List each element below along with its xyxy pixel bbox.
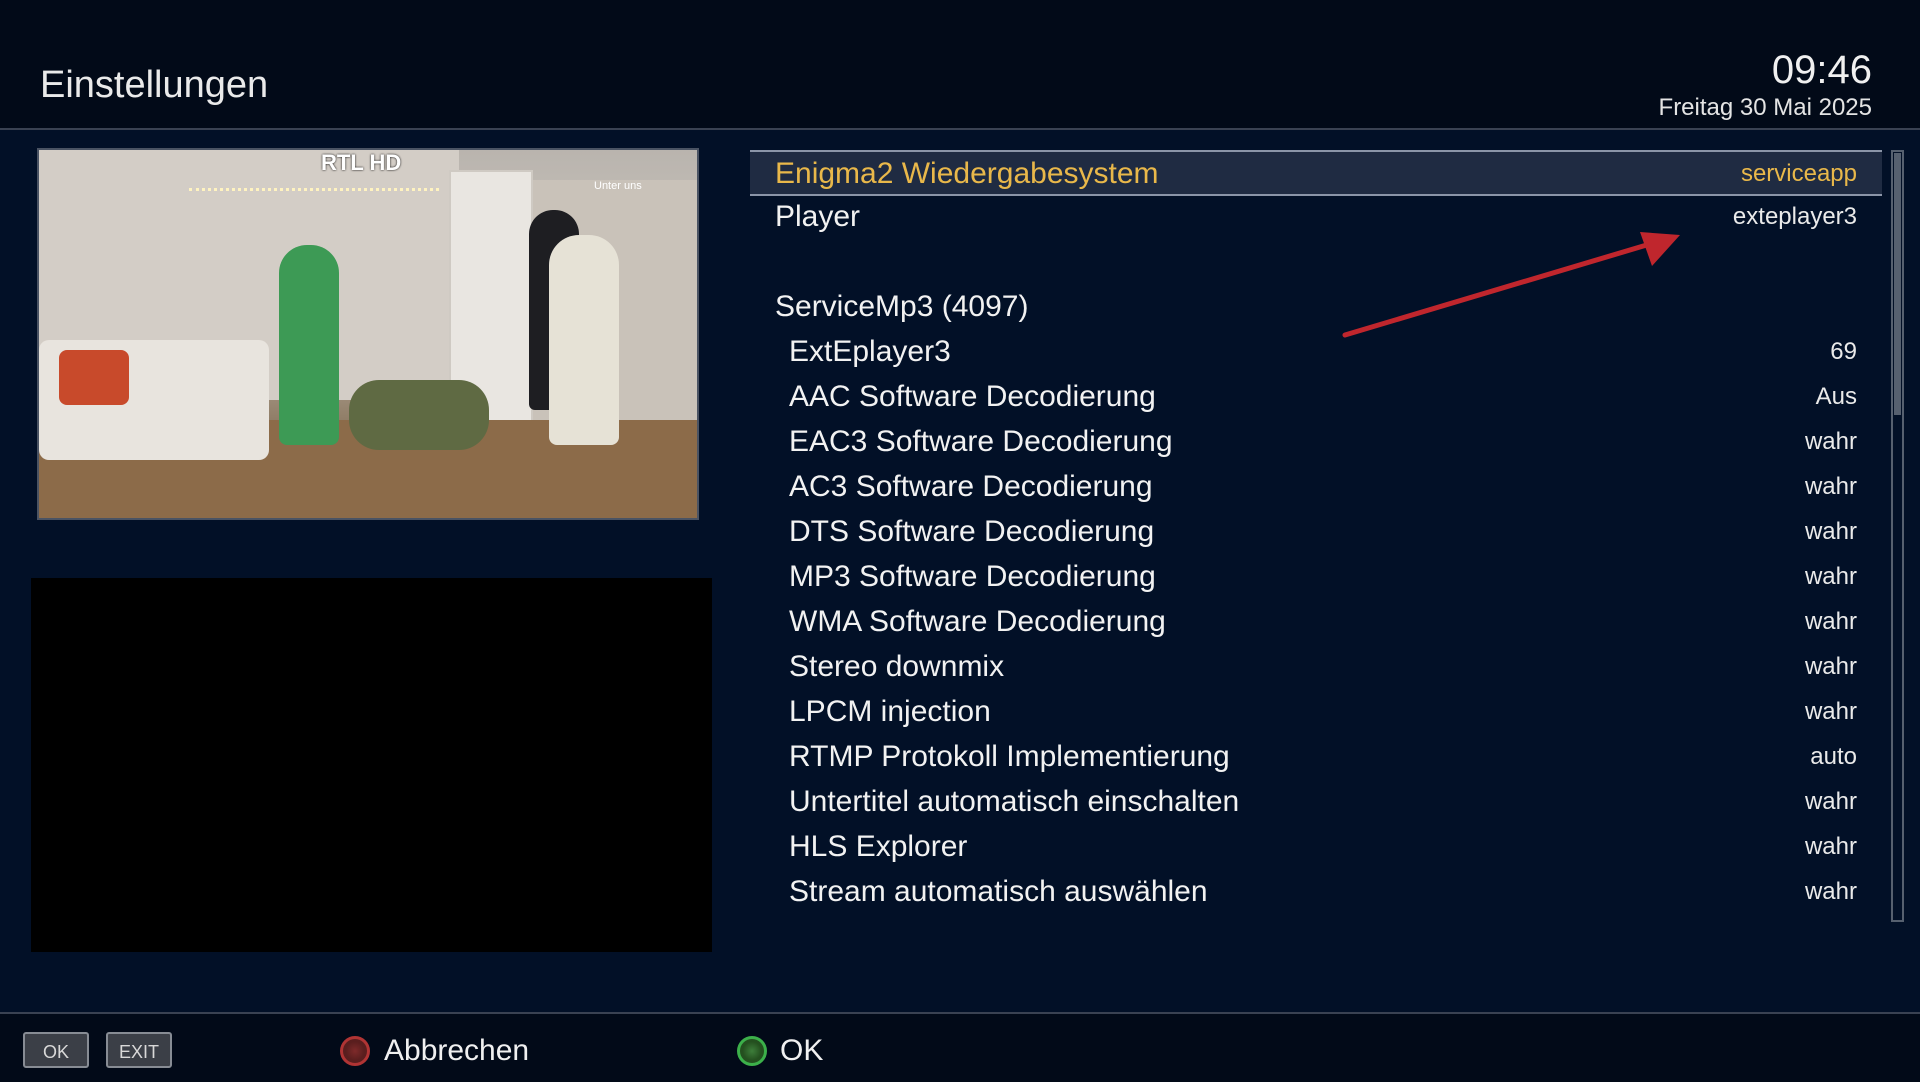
settings-row-label: RTMP Protokoll Implementierung (789, 740, 1230, 773)
settings-row-label: ServiceMp3 (4097) (775, 290, 1029, 323)
scrollbar-thumb[interactable] (1894, 153, 1901, 415)
settings-row-label: Untertitel automatisch einschalten (789, 785, 1240, 818)
settings-row-label: MP3 Software Decodierung (789, 560, 1156, 593)
settings-row[interactable]: Stream automatisch auswählen wahr (750, 870, 1882, 914)
settings-row-value: wahr (1804, 608, 1857, 635)
preview-scene-pillow (59, 350, 129, 405)
page-title: Einstellungen (40, 64, 269, 106)
settings-row-value: wahr (1804, 833, 1857, 860)
settings-row[interactable]: DTS Software Decodierung wahr (750, 510, 1882, 554)
settings-row-value: wahr (1804, 788, 1857, 815)
program-logo: Unter uns (594, 180, 642, 192)
preview-scene-person (279, 245, 339, 445)
ok-key-button[interactable]: OK (23, 1032, 89, 1068)
settings-row-value: wahr (1804, 518, 1857, 545)
green-button-icon[interactable] (737, 1036, 767, 1066)
red-button-icon[interactable] (340, 1036, 370, 1066)
settings-row-label: Player (775, 200, 861, 233)
settings-row-label: Stereo downmix (789, 650, 1005, 683)
exit-key-button[interactable]: EXIT (106, 1032, 172, 1068)
settings-row-value: exteplayer3 (1732, 203, 1857, 230)
settings-row[interactable]: EAC3 Software Decodierung wahr (750, 420, 1882, 464)
preview-scene-person (549, 235, 619, 445)
settings-row[interactable]: HLS Explorer wahr (750, 825, 1882, 869)
settings-row[interactable]: LPCM injection wahr (750, 690, 1882, 734)
tv-preview-window: RTL HD Unter uns (37, 148, 699, 520)
settings-row-label: WMA Software Decodierung (789, 605, 1166, 638)
settings-list: Enigma2 Wiedergabesystem serviceapp Player… (750, 150, 1882, 922)
preview-scene-lights (189, 188, 439, 197)
settings-row-value: wahr (1804, 653, 1857, 680)
clock: 09:46 (1771, 48, 1872, 92)
channel-logo: RTL HD (321, 150, 402, 175)
settings-row[interactable]: AAC Software Decodierung Aus (750, 375, 1882, 419)
settings-row[interactable]: Enigma2 Wiedergabesystem serviceapp (750, 150, 1882, 196)
settings-row[interactable]: ServiceMp3 (4097) (750, 285, 1882, 329)
settings-row-value: auto (1810, 743, 1857, 770)
red-button-label[interactable]: Abbrechen (384, 1034, 529, 1068)
settings-row-label: AAC Software Decodierung (789, 380, 1156, 413)
settings-row-label: AC3 Software Decodierung (789, 470, 1153, 503)
info-panel (31, 578, 712, 952)
settings-row-label: DTS Software Decodierung (789, 515, 1155, 548)
settings-row-value: Aus (1815, 383, 1857, 410)
settings-row-label: HLS Explorer (789, 830, 968, 863)
footer-bar: OK EXIT Abbrechen OK (0, 1012, 1920, 1082)
settings-row-value: wahr (1804, 428, 1857, 455)
scrollbar[interactable] (1891, 150, 1904, 922)
date: Freitag 30 Mai 2025 (1658, 94, 1872, 121)
header-bar: Einstellungen 09:46 Freitag 30 Mai 2025 (0, 0, 1920, 130)
settings-row[interactable]: AC3 Software Decodierung wahr (750, 465, 1882, 509)
settings-row-label: Stream automatisch auswählen (789, 875, 1208, 908)
preview-scene-chair (349, 380, 489, 450)
settings-row-label: Enigma2 Wiedergabesystem (775, 157, 1159, 190)
settings-row[interactable]: ExtEplayer3 69 (750, 330, 1882, 374)
settings-row-value: 69 (1830, 338, 1857, 365)
settings-row[interactable]: MP3 Software Decodierung wahr (750, 555, 1882, 599)
settings-row-label: LPCM injection (789, 695, 991, 728)
settings-row-label: EAC3 Software Decodierung (789, 425, 1173, 458)
annotation-arrow-icon (1342, 232, 1680, 338)
settings-row-label: ExtEplayer3 (789, 335, 951, 368)
settings-row[interactable]: WMA Software Decodierung wahr (750, 600, 1882, 644)
settings-row-value: serviceapp (1740, 160, 1857, 187)
settings-row[interactable]: Stereo downmix wahr (750, 645, 1882, 689)
green-button-label[interactable]: OK (780, 1034, 823, 1068)
settings-row-value: wahr (1804, 698, 1857, 725)
settings-row-value: wahr (1804, 473, 1857, 500)
settings-row[interactable]: RTMP Protokoll Implementierung auto (750, 735, 1882, 779)
settings-row-value: wahr (1804, 878, 1857, 905)
settings-row-value: wahr (1804, 563, 1857, 590)
settings-row[interactable]: Player exteplayer3 (750, 195, 1882, 239)
settings-row[interactable]: Untertitel automatisch einschalten wahr (750, 780, 1882, 824)
